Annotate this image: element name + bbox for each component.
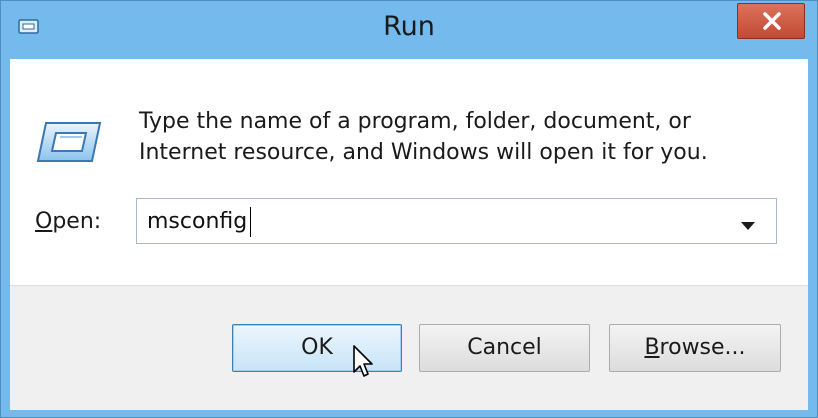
window-title: Run — [383, 11, 435, 42]
mouse-pointer-icon — [352, 344, 376, 384]
cancel-button[interactable]: Cancel — [419, 324, 590, 372]
text-caret — [250, 207, 251, 237]
browse-mnemonic: B — [644, 335, 660, 360]
open-label: Open: — [35, 209, 101, 234]
chevron-down-icon[interactable] — [741, 216, 755, 235]
open-combobox[interactable] — [136, 198, 777, 244]
ok-button[interactable]: OK — [232, 324, 402, 372]
close-button[interactable] — [737, 3, 805, 39]
close-icon — [763, 12, 781, 30]
instruction-text: Type the name of a program, folder, docu… — [139, 109, 708, 165]
title-bar[interactable]: Run — [1, 1, 817, 59]
browse-button[interactable]: Browse... — [609, 324, 781, 372]
open-label-mnemonic: O — [35, 209, 53, 234]
run-program-icon — [34, 119, 104, 165]
browse-label: rowse... — [659, 335, 746, 360]
open-input[interactable] — [147, 205, 727, 237]
dialog-body: Type the name of a program, folder, docu… — [10, 59, 808, 410]
open-label-text: pen: — [52, 209, 102, 234]
run-dialog: Run Type the name of a program, folder, … — [0, 0, 818, 418]
